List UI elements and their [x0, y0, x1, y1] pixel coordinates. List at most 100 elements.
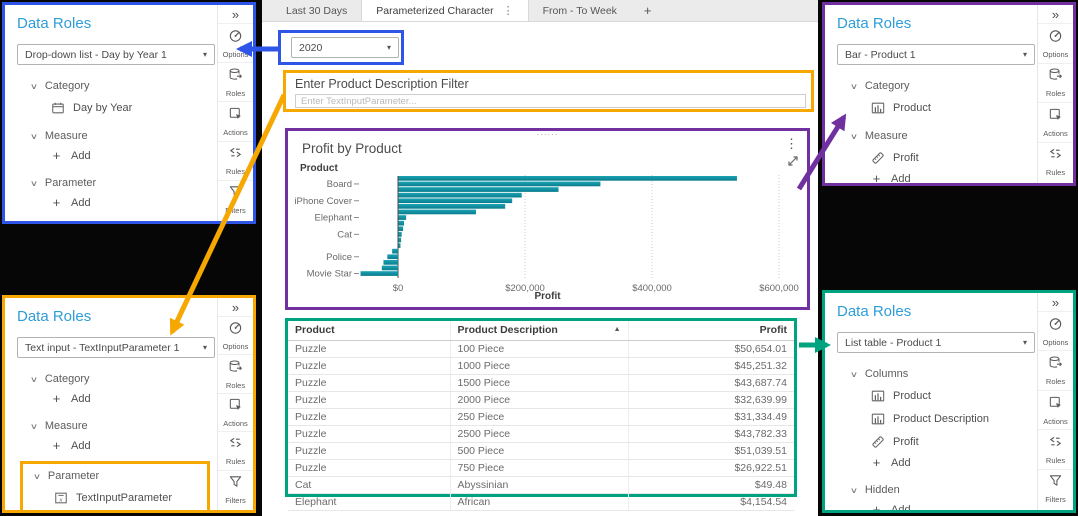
role-item-product[interactable]: Product	[870, 100, 1037, 115]
column-header-product[interactable]: Product	[288, 321, 450, 341]
toolbar-tab-roles[interactable]: Roles	[218, 62, 253, 101]
page-tab-parameterized-character[interactable]: Parameterized Character ⋮	[361, 0, 529, 21]
add-role-button[interactable]: + Add	[50, 196, 217, 209]
text-parameter-input[interactable]	[295, 94, 806, 108]
toolbar-tab-actions[interactable]: Actions	[1038, 102, 1073, 142]
section-header-measure[interactable]: ∨ Measure	[30, 420, 217, 432]
section-header-category[interactable]: ∨ Category	[30, 373, 217, 385]
bar-segment[interactable]	[381, 265, 398, 271]
tab-menu-icon[interactable]: ⋮	[503, 4, 514, 17]
drag-handle-icon[interactable]: ······	[288, 131, 807, 139]
table-row[interactable]: Puzzle 2500 Piece $43,782.33	[288, 425, 794, 443]
toolbar-tab-filters[interactable]: Filters	[1038, 468, 1073, 508]
toolbar-tab-rules[interactable]: Rules	[218, 431, 253, 469]
add-role-button[interactable]: + Add	[870, 172, 1037, 185]
toolbar-tab-rules[interactable]: Rules	[1038, 429, 1073, 468]
section-name: Category	[44, 373, 90, 385]
object-selector-dropdown[interactable]: Drop-down list - Day by Year 1 ▾	[17, 44, 215, 65]
toolbar-tab-options[interactable]: Options	[1038, 311, 1073, 350]
add-role-button[interactable]: + Add	[870, 456, 1037, 469]
toolbar-tab-rules[interactable]: Rules	[218, 140, 253, 180]
bar-segment[interactable]	[398, 226, 404, 232]
bar-segment[interactable]	[398, 220, 405, 226]
role-item-textinputparameter[interactable]: x TextInputParameter	[53, 490, 201, 505]
section-header-hidden[interactable]: ∨ Hidden	[849, 484, 1037, 496]
role-item-day-by-year[interactable]: Day by Year	[50, 100, 217, 115]
kebab-menu-icon[interactable]: ⋮	[785, 136, 798, 152]
toolbar-tab-options[interactable]: Options	[218, 23, 253, 62]
collapse-panel-button[interactable]: »	[1052, 296, 1059, 310]
toolbar-tab-roles[interactable]: Roles	[1038, 350, 1073, 389]
filters-icon	[228, 184, 243, 204]
collapse-panel-button[interactable]: »	[232, 8, 239, 22]
page-tab-last-30-days[interactable]: Last 30 Days	[272, 0, 361, 21]
table-cell: Puzzle	[288, 374, 450, 392]
role-item-product[interactable]: Product	[870, 388, 1037, 403]
toolbar-tab-label: Options	[222, 342, 249, 352]
page-tab-from---to-week[interactable]: From - To Week	[529, 0, 631, 21]
bar-segment[interactable]	[360, 271, 398, 276]
section-header-category[interactable]: ∨ Category	[30, 80, 217, 92]
bar-segment[interactable]	[398, 187, 559, 192]
bar-segment[interactable]	[387, 254, 398, 260]
toolbar-tab-roles[interactable]: Roles	[1038, 62, 1073, 103]
role-item-label: Add	[891, 173, 911, 185]
section-header-category[interactable]: ∨ Category	[850, 80, 1037, 92]
bar-segment[interactable]	[398, 237, 402, 243]
add-role-button[interactable]: + Add	[50, 392, 217, 405]
bar-segment[interactable]	[398, 204, 506, 209]
section-header-measure[interactable]: ∨ Measure	[30, 130, 217, 142]
toolbar-tab-filters[interactable]: Filters	[218, 469, 253, 508]
table-row[interactable]: Elephant African $4,154.54	[288, 493, 794, 511]
bar-segment[interactable]	[398, 215, 407, 220]
section-header-columns[interactable]: ∨ Columns	[849, 368, 1037, 380]
column-header-product-description[interactable]: Product Description ▲	[449, 321, 628, 341]
table-row[interactable]: Puzzle 750 Piece $26,922.51	[288, 459, 794, 477]
toolbar-tab-actions[interactable]: Actions	[1038, 389, 1073, 429]
collapse-panel-button[interactable]: »	[1052, 8, 1059, 22]
bar-segment[interactable]	[398, 198, 513, 204]
object-selector-dropdown[interactable]: Text input - TextInputParameter 1 ▾	[17, 337, 215, 358]
add-role-button[interactable]: + Add	[870, 503, 1037, 510]
toolbar-tab-options[interactable]: Options	[218, 316, 253, 354]
toolbar-tab-options[interactable]: Options	[1038, 23, 1073, 63]
toolbar-tab-rules[interactable]: Rules	[1038, 141, 1073, 182]
table-row[interactable]: Puzzle 100 Piece $50,654.01	[288, 340, 794, 358]
collapse-panel-button[interactable]: »	[232, 301, 239, 315]
section-header-measure[interactable]: ∨ Measure	[850, 130, 1037, 142]
expand-icon[interactable]	[787, 154, 799, 172]
column-header-profit[interactable]: Profit	[627, 321, 794, 341]
add-role-button[interactable]: + Add	[50, 439, 217, 452]
bar-segment[interactable]	[398, 192, 522, 198]
bar-segment[interactable]	[392, 248, 398, 254]
toolbar-tab-actions[interactable]: Actions	[218, 392, 253, 431]
toolbar-tab-roles[interactable]: Roles	[218, 354, 253, 392]
table-row[interactable]: Puzzle 1000 Piece $45,251.32	[288, 357, 794, 375]
role-item-profit[interactable]: Profit	[870, 150, 1037, 165]
bar-segment[interactable]	[398, 232, 402, 237]
add-role-button[interactable]: + Add	[50, 149, 217, 162]
bar-segment[interactable]	[383, 260, 398, 265]
section-header-parameter[interactable]: ∨ Parameter	[30, 177, 217, 189]
bar-segment[interactable]	[398, 209, 476, 215]
annotation-box-parameter-section: ∨ Parameter x TextInputParameter	[20, 461, 210, 510]
object-selector-dropdown[interactable]: Bar - Product 1 ▾	[837, 44, 1035, 65]
table-row[interactable]: Puzzle 500 Piece $51,039.51	[288, 442, 794, 460]
table-row[interactable]: Puzzle 250 Piece $31,334.49	[288, 408, 794, 426]
year-dropdown[interactable]: 2020 ▾	[291, 37, 399, 58]
new-page-button[interactable]: +	[631, 0, 665, 21]
bar-segment[interactable]	[398, 176, 737, 181]
object-selector-dropdown[interactable]: List table - Product 1 ▾	[837, 332, 1035, 353]
section-header-parameter[interactable]: ∨ Parameter	[33, 470, 201, 482]
toolbar-tab-actions[interactable]: Actions	[218, 101, 253, 140]
table-row[interactable]: Puzzle 2000 Piece $32,639.99	[288, 391, 794, 409]
chevron-expanded-icon: ∨	[849, 485, 859, 495]
chevron-expanded-icon: ∨	[849, 369, 859, 379]
bar-segment[interactable]	[398, 243, 401, 248]
table-row[interactable]: Cat Abyssinian $49.48	[288, 476, 794, 494]
role-item-profit[interactable]: Profit	[870, 434, 1037, 449]
toolbar-tab-filters[interactable]: Filters	[218, 179, 253, 219]
role-item-product-description[interactable]: Product Description	[870, 411, 1037, 426]
bar-segment[interactable]	[398, 181, 601, 187]
table-row[interactable]: Puzzle 1500 Piece $43,687.74	[288, 374, 794, 392]
